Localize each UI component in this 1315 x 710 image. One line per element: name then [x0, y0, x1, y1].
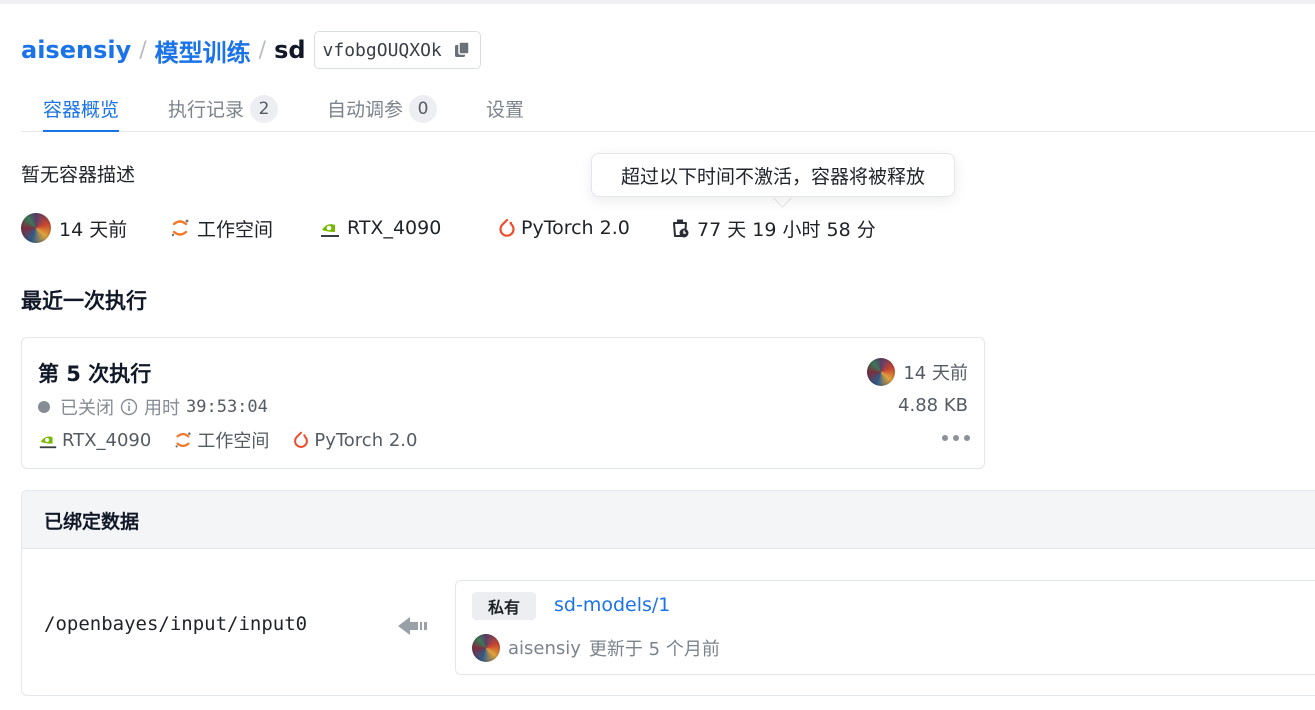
jupyter-icon [175, 432, 191, 448]
dataset-updated: 更新于 5 个月前 [588, 639, 720, 660]
tab-settings[interactable]: 设置 [486, 86, 524, 131]
run-status-row: 已关闭 用时 39:53:04 [38, 394, 268, 420]
run-status: 已关闭 [60, 398, 114, 419]
gpu-meta: RTX_4090 [319, 210, 441, 246]
duration-label: 用时 [144, 398, 180, 419]
dataset-card[interactable]: 私有 sd-models/1 aisensiy 更新于 5 个月前 [455, 580, 1315, 675]
tab-hypertuning[interactable]: 自动调参 0 [327, 86, 438, 131]
latest-run-heading: 最近一次执行 [21, 289, 147, 313]
release-tooltip: 超过以下时间不激活，容器将被释放 [591, 153, 955, 197]
tab-count-badge: 0 [409, 94, 438, 123]
container-id-box[interactable]: vfobgOUQXOk [313, 31, 481, 69]
tab-count-badge: 2 [250, 94, 279, 123]
run-workspace: 工作空间 [197, 431, 270, 452]
latest-run-card[interactable]: 第 5 次执行 已关闭 用时 39:53:04 RTX_4090 工作空间 Py… [21, 337, 985, 469]
run-framework-tag: PyTorch 2.0 [291, 430, 417, 451]
release-countdown: 77 天 19 小时 58 分 [697, 218, 876, 241]
run-workspace-tag[interactable]: 工作空间 [173, 427, 269, 453]
tab-label: 容器概览 [43, 99, 120, 121]
container-id[interactable]: vfobgOUQXOk [323, 40, 442, 61]
nvidia-icon [321, 224, 339, 237]
tab-label: 设置 [486, 99, 525, 121]
info-icon[interactable] [120, 398, 138, 416]
tab-overview[interactable]: 容器概览 [43, 86, 120, 132]
gpu-label: RTX_4090 [347, 217, 442, 239]
pytorch-icon [499, 218, 515, 237]
breadcrumb-user-link[interactable]: aisensiy [21, 36, 131, 64]
created-meta: 14 天前 [21, 210, 127, 246]
status-dot [38, 401, 50, 413]
workspace-meta[interactable]: 工作空间 [169, 210, 273, 246]
release-countdown-meta[interactable]: 77 天 19 小时 58 分 [669, 210, 876, 246]
run-duration: 39:53:04 [186, 397, 268, 417]
bound-data-title: 已绑定数据 [44, 511, 140, 533]
page-title: sd [274, 36, 306, 64]
tab-runs[interactable]: 执行记录 2 [168, 86, 279, 131]
breadcrumb-project-link[interactable]: 模型训练 [155, 33, 251, 68]
framework-meta: PyTorch 2.0 [496, 210, 630, 246]
run-title[interactable]: 第 5 次执行 [38, 358, 151, 388]
framework-label: PyTorch 2.0 [521, 217, 630, 239]
more-icon[interactable] [942, 428, 970, 448]
bind-arrow-icon [398, 617, 427, 635]
container-description: 暂无容器描述 [21, 164, 136, 186]
avatar[interactable] [472, 634, 500, 662]
tab-bar: 容器概览 执行记录 2 自动调参 0 设置 [21, 86, 1315, 132]
bound-data-panel: 已绑定数据 /openbayes/input/input0 私有 sd-mode… [21, 490, 1315, 696]
created-time: 14 天前 [59, 218, 128, 241]
breadcrumb-separator: / [258, 37, 267, 63]
mount-path: /openbayes/input/input0 [44, 613, 308, 635]
run-gpu-tag: RTX_4090 [38, 430, 151, 451]
run-tags: RTX_4090 工作空间 PyTorch 2.0 [38, 426, 439, 454]
avatar[interactable] [21, 213, 51, 243]
tab-label: 自动调参 [327, 99, 404, 121]
run-created-time: 14 天前 [903, 363, 968, 384]
tab-label: 执行记录 [168, 99, 245, 121]
run-creator: 14 天前 [867, 358, 968, 386]
run-framework: PyTorch 2.0 [314, 429, 418, 451]
jupyter-icon [171, 219, 189, 237]
dataset-owner[interactable]: aisensiy [508, 638, 581, 659]
dataset-link[interactable]: sd-models/1 [554, 594, 670, 616]
workspace-label: 工作空间 [197, 218, 274, 241]
breadcrumb: aisensiy / 模型训练 / sd vfobgOUQXOk [21, 30, 481, 70]
copy-icon[interactable] [452, 40, 472, 60]
run-output-size: 4.88 KB [898, 395, 968, 416]
timer-icon [673, 219, 689, 238]
pytorch-icon [294, 431, 309, 448]
dataset-meta: aisensiy 更新于 5 个月前 [472, 633, 720, 663]
nvidia-icon [39, 436, 57, 449]
avatar[interactable] [867, 358, 896, 386]
bound-data-header: 已绑定数据 [22, 491, 1315, 549]
visibility-badge: 私有 [472, 592, 537, 620]
run-gpu: RTX_4090 [62, 429, 152, 451]
top-divider [0, 0, 1315, 4]
breadcrumb-separator: / [139, 37, 147, 63]
